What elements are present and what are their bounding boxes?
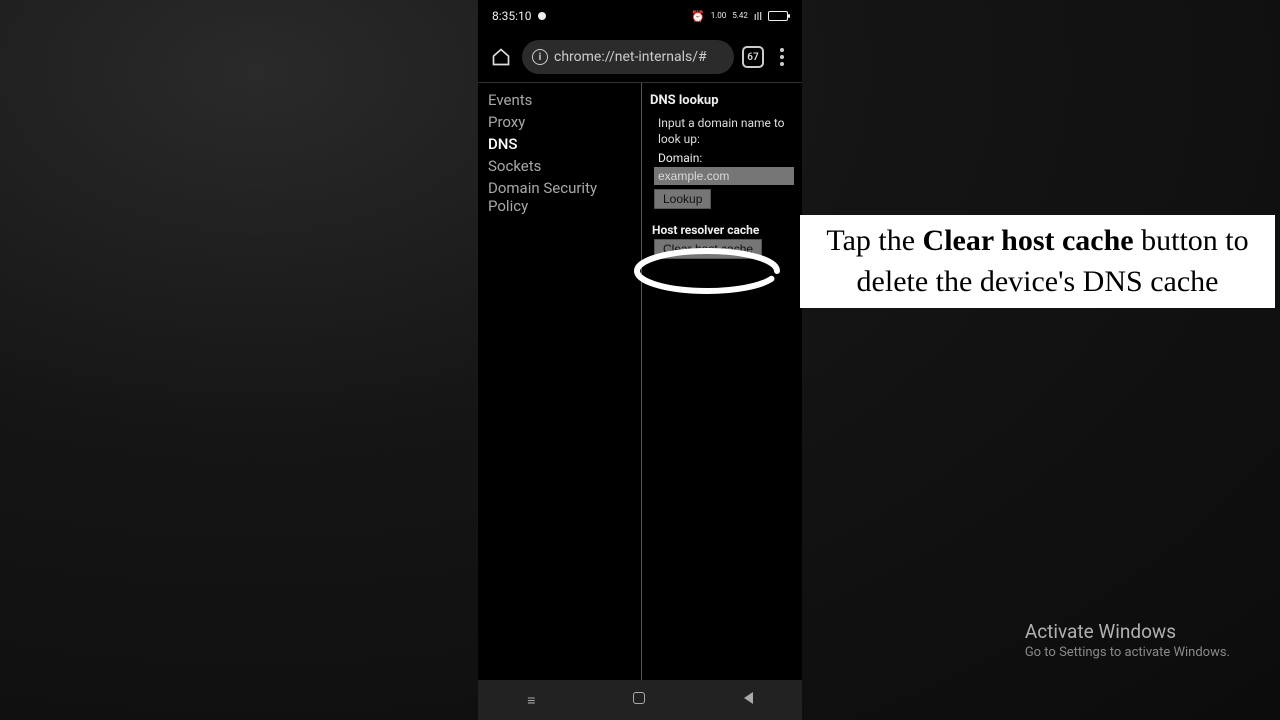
nav-item-domain-security-policy[interactable]: Domain Security Policy <box>488 177 631 217</box>
dns-lookup-instruction: Input a domain name to look up: <box>658 116 794 147</box>
nav-item-events[interactable]: Events <box>488 89 631 111</box>
watermark-line1: Activate Windows <box>1025 620 1230 643</box>
domain-input[interactable] <box>654 167 794 185</box>
lookup-button[interactable]: Lookup <box>654 189 711 209</box>
status-left: 8:35:10 <box>492 9 546 23</box>
url-text: chrome://net-internals/# <box>554 49 707 65</box>
home-icon <box>491 47 511 67</box>
url-bar[interactable]: i chrome://net-internals/# <box>522 40 734 74</box>
status-time: 8:35:10 <box>492 9 532 23</box>
signal-icon: ıll <box>754 10 762 23</box>
callout-bold: Clear host cache <box>923 224 1134 257</box>
phone-frame: 8:35:10 ⏰ 1.00 5.42 ıll i chrome://net-i… <box>478 0 802 720</box>
clear-host-cache-button[interactable]: Clear host cache <box>654 239 762 259</box>
watermark-line2: Go to Settings to activate Windows. <box>1025 645 1230 660</box>
triangle-icon <box>744 692 753 704</box>
annotation-callout: Tap the Clear host cache button to delet… <box>800 215 1275 308</box>
tab-switcher-button[interactable]: 67 <box>742 46 764 68</box>
android-nav-bar: ≡ <box>478 680 802 720</box>
main-panel: DNS lookup Input a domain name to look u… <box>642 83 802 680</box>
overflow-menu-button[interactable] <box>772 48 792 66</box>
tab-count: 67 <box>747 52 758 63</box>
dot-icon <box>780 55 784 59</box>
square-icon <box>633 692 645 704</box>
battery-icon <box>768 11 788 21</box>
domain-label: Domain: <box>658 151 794 165</box>
dot-icon <box>780 62 784 66</box>
alarm-icon: ⏰ <box>691 10 705 23</box>
site-info-icon[interactable]: i <box>532 49 548 65</box>
nav-panel: Events Proxy DNS Sockets Domain Security… <box>478 83 642 680</box>
nav-item-proxy[interactable]: Proxy <box>488 111 631 133</box>
notification-dot-icon <box>538 12 546 20</box>
back-nav-button[interactable] <box>744 692 753 708</box>
nav-item-sockets[interactable]: Sockets <box>488 155 631 177</box>
home-nav-button[interactable] <box>633 692 645 708</box>
chrome-toolbar: i chrome://net-internals/# 67 <box>478 32 802 82</box>
android-status-bar: 8:35:10 ⏰ 1.00 5.42 ıll <box>478 0 802 32</box>
host-resolver-title: Host resolver cache <box>652 223 794 237</box>
callout-pre: Tap the <box>826 224 922 257</box>
dns-lookup-title: DNS lookup <box>650 93 794 108</box>
recents-button[interactable]: ≡ <box>527 692 534 709</box>
status-right: ⏰ 1.00 5.42 ıll <box>691 10 788 23</box>
home-button[interactable] <box>488 44 514 70</box>
windows-activation-watermark: Activate Windows Go to Settings to activ… <box>1025 620 1230 660</box>
net-speed-1: 1.00 <box>711 12 727 20</box>
nav-item-dns[interactable]: DNS <box>488 133 631 155</box>
dot-icon <box>780 48 784 52</box>
net-speed-2: 5.42 <box>732 12 748 20</box>
net-internals-content: Events Proxy DNS Sockets Domain Security… <box>478 82 802 680</box>
